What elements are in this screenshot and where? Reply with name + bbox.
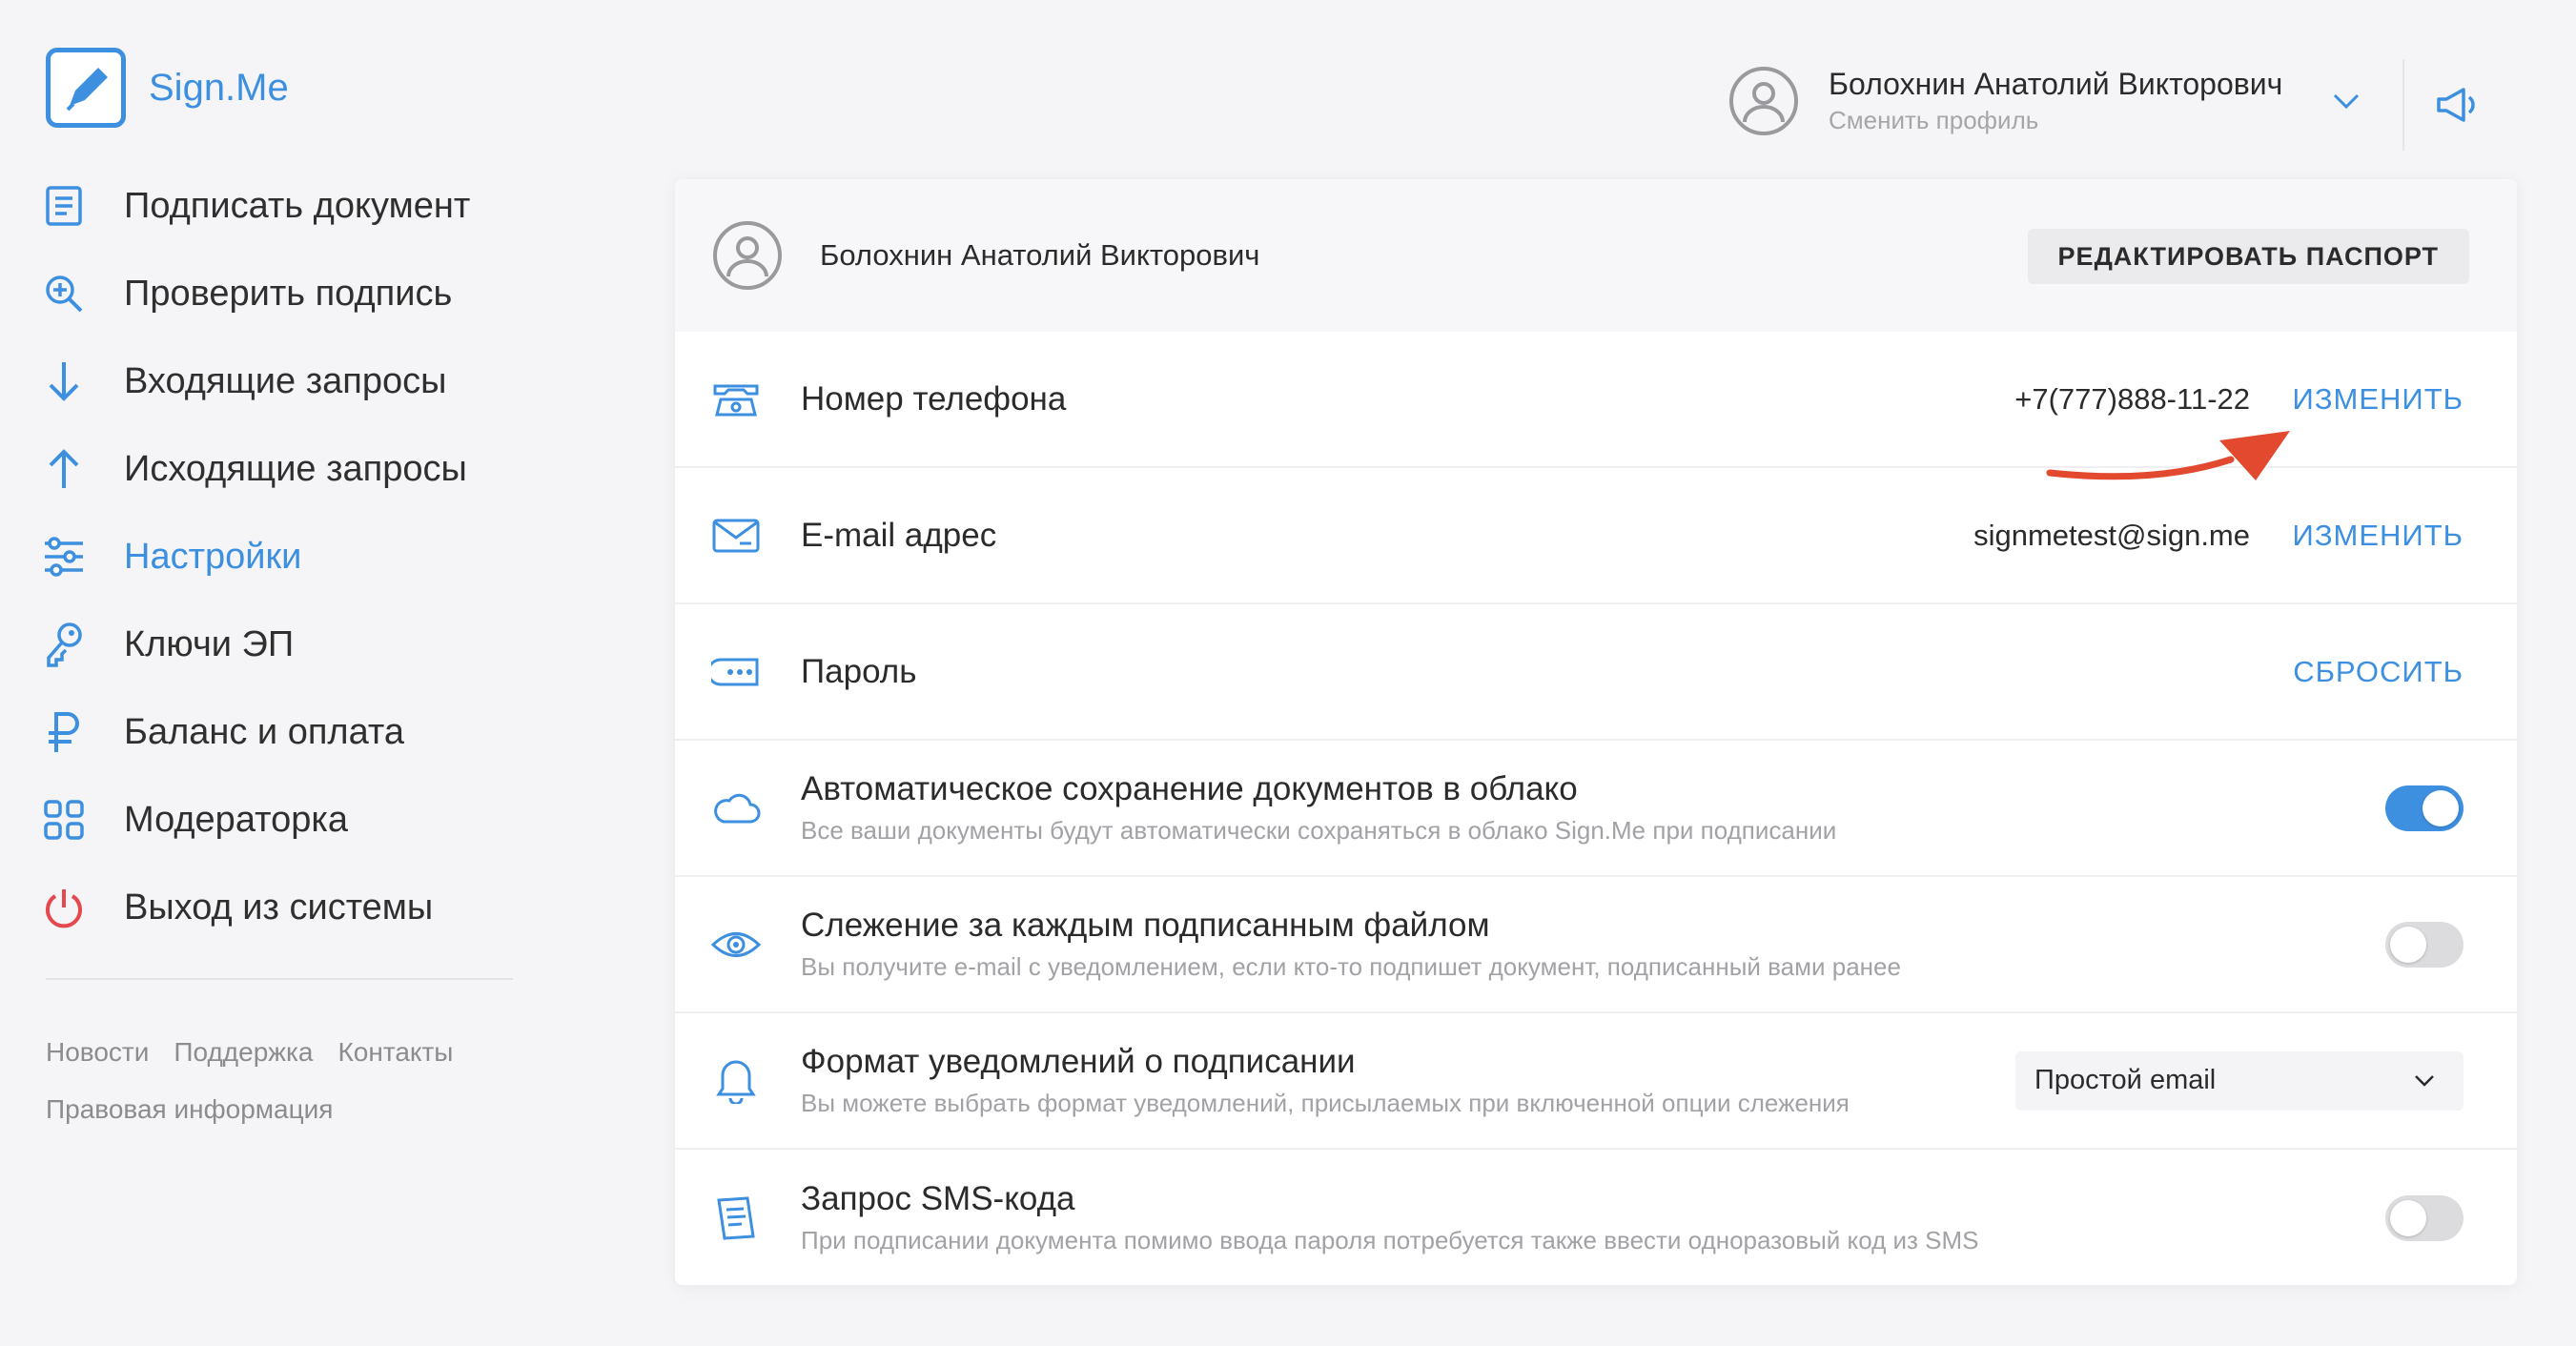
setting-title: Слежение за каждым подписанным файлом	[801, 907, 1490, 944]
sidebar-item-keys[interactable]: Ключи ЭП	[42, 601, 470, 688]
setting-subtitle: При подписании документа помимо ввода па…	[801, 1226, 1979, 1254]
pen-logo-icon	[46, 48, 126, 128]
sidebar-nav: Подписать документ Проверить подпись Вхо…	[42, 162, 470, 951]
setting-row-password: Пароль СБРОСИТЬ	[675, 604, 2517, 741]
sidebar-item-moderation[interactable]: Модераторка	[42, 776, 470, 864]
sidebar-item-outgoing[interactable]: Исходящие запросы	[42, 425, 470, 513]
sidebar-item-label: Ключи ЭП	[124, 623, 295, 664]
power-icon	[42, 886, 86, 929]
setting-row-autosave: Автоматическое сохранение документов в о…	[675, 741, 2517, 877]
sms-toggle[interactable]	[2385, 1194, 2464, 1241]
sidebar-item-incoming[interactable]: Входящие запросы	[42, 337, 470, 425]
search-check-icon	[42, 272, 86, 316]
phone-value: +7(777)888-11-22	[2014, 381, 2250, 416]
bell-icon	[709, 1054, 763, 1108]
select-value: Простой email	[2034, 1065, 2217, 1095]
reset-password-button[interactable]: СБРОСИТЬ	[2293, 655, 2464, 689]
sms-code-icon	[709, 1192, 763, 1245]
footer-link-support[interactable]: Поддержка	[174, 1037, 313, 1067]
sliders-icon	[42, 535, 86, 579]
brand-name: Sign.Me	[149, 66, 289, 109]
brand-logo[interactable]: Sign.Me	[46, 48, 289, 128]
setting-subtitle: Все ваши документы будут автоматически с…	[801, 816, 1837, 845]
sidebar-item-label: Входящие запросы	[124, 360, 447, 401]
sidebar-item-label: Настройки	[124, 536, 302, 577]
sidebar-item-label: Выход из системы	[124, 887, 434, 928]
setting-row-notify-format: Формат уведомлений о подписании Вы может…	[675, 1013, 2517, 1150]
sidebar-item-logout[interactable]: Выход из системы	[42, 864, 470, 951]
sidebar-item-label: Проверить подпись	[124, 273, 453, 314]
sidebar-item-label: Модераторка	[124, 799, 348, 840]
setting-title: Формат уведомлений о подписании	[801, 1043, 1356, 1080]
sidebar-item-balance[interactable]: Баланс и оплата	[42, 688, 470, 776]
key-icon	[42, 622, 86, 667]
sidebar-item-sign-document[interactable]: Подписать документ	[42, 162, 470, 250]
change-phone-button[interactable]: ИЗМЕНИТЬ	[2293, 382, 2464, 417]
ruble-icon	[42, 710, 86, 754]
password-icon	[709, 645, 763, 699]
setting-title: Запрос SMS-кода	[801, 1180, 1075, 1217]
profile-switcher[interactable]: Болохнин Анатолий Викторович Сменить про…	[1729, 67, 2282, 135]
setting-row-sms: Запрос SMS-кода При подписании документа…	[675, 1150, 2517, 1285]
footer-link-contacts[interactable]: Контакты	[337, 1037, 453, 1067]
setting-subtitle: Вы можете выбрать формат уведомлений, пр…	[801, 1089, 1850, 1117]
sidebar-item-settings[interactable]: Настройки	[42, 513, 470, 601]
switch-profile-label: Сменить профиль	[1829, 106, 2039, 134]
autosave-toggle[interactable]	[2385, 785, 2464, 831]
header-user-name: Болохнин Анатолий Викторович	[1829, 67, 2283, 101]
arrow-down-icon	[42, 359, 86, 403]
annotation-arrow	[2040, 419, 2307, 496]
change-email-button[interactable]: ИЗМЕНИТЬ	[2293, 519, 2464, 553]
chevron-down-icon[interactable]	[2332, 92, 2361, 111]
arrow-up-icon	[42, 447, 86, 491]
setting-title: Номер телефона	[801, 379, 1067, 418]
profile-header: Болохнин Анатолий Викторович РЕДАКТИРОВА…	[675, 179, 2517, 332]
setting-title: Автоматическое сохранение документов в о…	[801, 770, 1578, 807]
eye-icon	[709, 918, 763, 971]
document-icon	[42, 184, 86, 228]
footer-links: Новости Поддержка Контакты Правовая информ…	[46, 1024, 522, 1138]
setting-title: Пароль	[801, 652, 917, 690]
profile-name: Болохнин Анатолий Викторович	[820, 238, 1260, 272]
header-divider	[2402, 59, 2404, 151]
toggle-knob	[2390, 926, 2426, 963]
toggle-knob	[2390, 1199, 2426, 1236]
notify-format-select[interactable]: Простой email	[2015, 1050, 2464, 1111]
grid-icon	[42, 798, 86, 842]
setting-title: E-mail адрес	[801, 516, 997, 554]
footer-link-legal[interactable]: Правовая информация	[46, 1094, 333, 1124]
edit-passport-button[interactable]: РЕДАКТИРОВАТЬ ПАСПОРТ	[2027, 229, 2469, 284]
toggle-knob	[2423, 789, 2459, 826]
avatar-icon	[713, 221, 782, 290]
chevron-down-icon	[2412, 1069, 2437, 1093]
footer-link-news[interactable]: Новости	[46, 1037, 149, 1067]
settings-card: Болохнин Анатолий Викторович РЕДАКТИРОВА…	[675, 179, 2517, 1285]
sidebar-item-label: Подписать документ	[124, 185, 471, 226]
email-value: signmetest@sign.me	[1973, 518, 2250, 552]
cloud-icon	[709, 782, 763, 835]
announcement-icon[interactable]	[2435, 86, 2481, 124]
sidebar-item-label: Баланс и оплата	[124, 711, 404, 752]
sidebar-item-verify-signature[interactable]: Проверить подпись	[42, 250, 470, 337]
setting-row-tracking: Слежение за каждым подписанным файлом Вы…	[675, 877, 2517, 1013]
sidebar-item-label: Исходящие запросы	[124, 448, 467, 489]
mail-icon	[709, 509, 763, 562]
avatar-icon	[1729, 67, 1798, 135]
setting-subtitle: Вы получите e-mail с уведомлением, если …	[801, 952, 1901, 981]
sidebar-divider	[46, 978, 513, 980]
tracking-toggle[interactable]	[2385, 921, 2464, 968]
phone-icon	[709, 373, 763, 426]
